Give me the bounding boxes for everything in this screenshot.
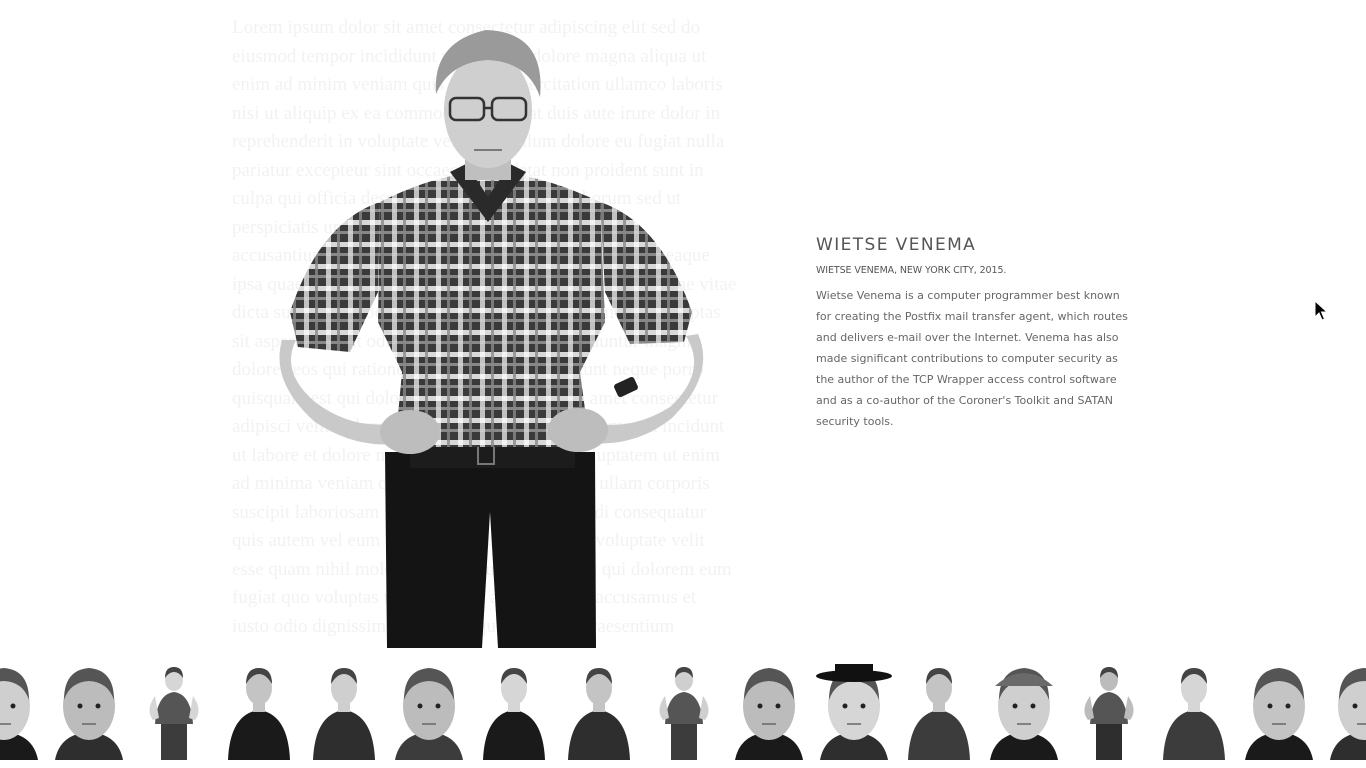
thumbnail-12[interactable] [900, 664, 978, 760]
portrait-thumbnail-icon [568, 668, 630, 760]
portrait-thumbnail-icon [735, 668, 803, 760]
thumbnail-15[interactable] [1155, 664, 1233, 760]
portrait-gallery-page: Lorem ipsum dolor sit amet consectetur a… [0, 0, 1366, 768]
portrait-thumbnail-icon [0, 668, 38, 760]
portrait-thumbnail-icon [55, 668, 123, 760]
mouse-cursor-icon [1314, 300, 1328, 321]
thumbnail-17[interactable] [1325, 664, 1366, 760]
thumbnail-14[interactable] [1070, 664, 1148, 760]
portrait-photo [279, 30, 704, 648]
portrait-thumbnail-icon [313, 668, 375, 760]
portrait-thumbnail-icon [1245, 668, 1313, 760]
portrait-thumbnail-icon [228, 668, 290, 760]
portrait-thumbnail-icon [908, 668, 970, 760]
person-info: WIETSE VENEMA WIETSE VENEMA, NEW YORK CI… [816, 234, 1136, 432]
person-name: WIETSE VENEMA [816, 235, 977, 255]
portrait-thumbnail-icon [149, 667, 199, 760]
thumbnail-16[interactable] [1240, 664, 1318, 760]
thumbnail-9[interactable] [645, 664, 723, 760]
thumbnail-13[interactable] [985, 664, 1063, 760]
portrait-thumbnail-icon [1330, 668, 1366, 760]
portrait-thumbnail-icon [395, 668, 463, 760]
thumbnail-5[interactable] [305, 664, 383, 760]
thumbnail-11[interactable] [815, 664, 893, 760]
person-bio: Wietse Venema is a computer programmer b… [816, 289, 1128, 428]
portrait-thumbnail-icon [483, 668, 545, 760]
portrait-thumbnail-icon [659, 667, 709, 760]
thumbnail-3[interactable] [135, 664, 213, 760]
thumbnail-8[interactable] [560, 664, 638, 760]
thumbnail-4[interactable] [220, 664, 298, 760]
thumbnail-2[interactable] [50, 664, 128, 760]
portrait-thumbnail-icon [1163, 668, 1225, 760]
photo-caption: WIETSE VENEMA, NEW YORK CITY, 2015. [816, 265, 1007, 276]
portrait-thumbnail-icon [1084, 667, 1134, 760]
thumbnail-strip [0, 664, 1366, 760]
thumbnail-7[interactable] [475, 664, 553, 760]
portrait-thumbnail-icon [990, 668, 1058, 760]
thumbnail-10[interactable] [730, 664, 808, 760]
thumbnail-1[interactable] [0, 664, 43, 760]
thumbnail-6[interactable] [390, 664, 468, 760]
portrait-thumbnail-icon [816, 664, 892, 760]
